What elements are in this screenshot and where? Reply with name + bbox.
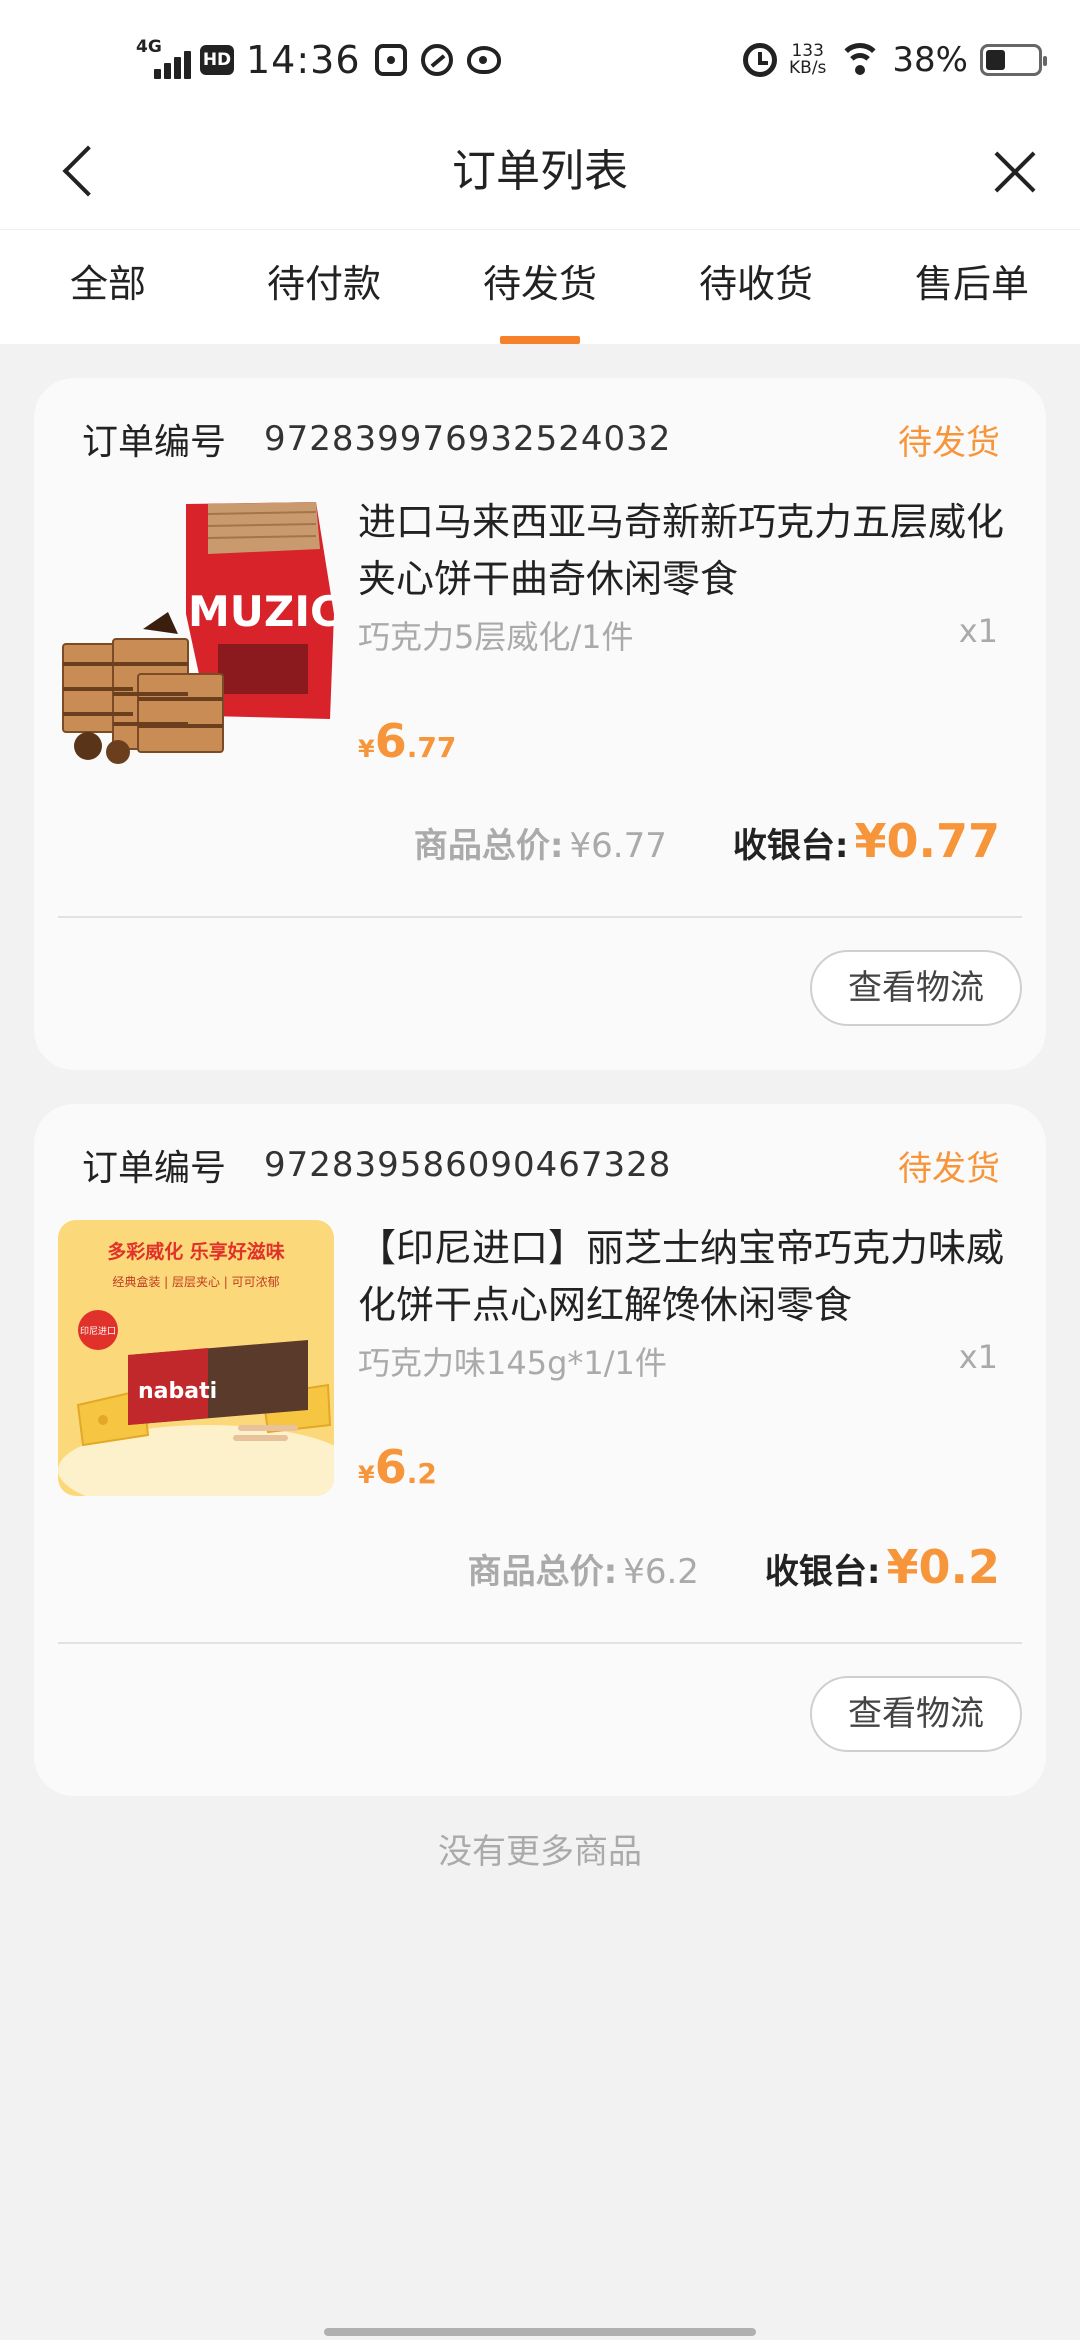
cashier-value: ¥0.2	[886, 1540, 1001, 1594]
home-indicator[interactable]	[324, 2328, 756, 2336]
order-tabs: 全部 待付款 待发货 待收货 售后单	[0, 229, 1080, 344]
price-currency: ¥	[358, 735, 375, 763]
price-decimal: .77	[406, 731, 457, 764]
tab-pending-payment[interactable]: 待付款	[216, 230, 432, 344]
tab-after-sales[interactable]: 售后单	[864, 230, 1080, 344]
goods-total-label: 商品总价:	[413, 826, 564, 866]
tab-all[interactable]: 全部	[0, 230, 216, 344]
view-logistics-button[interactable]: 查看物流	[810, 1676, 1022, 1752]
battery-percent: 38%	[892, 40, 968, 80]
product-spec: 巧克力5层威化/1件	[358, 618, 634, 656]
status-left: 4G HD 14:36	[136, 30, 501, 90]
page-title: 订单列表	[452, 146, 628, 197]
close-icon[interactable]	[980, 137, 1050, 207]
goods-total-value: ¥6.2	[623, 1552, 699, 1592]
goods-total-label: 商品总价:	[467, 1552, 618, 1592]
product-spec: 巧克力味145g*1/1件	[358, 1344, 667, 1382]
order-status: 待发货	[898, 1148, 1000, 1189]
product-row[interactable]: 多彩威化 乐享好滋味 经典盒装 | 层层夹心 | 可可浓郁 印尼进口 nabat…	[58, 1220, 1022, 1500]
package-brand-text: MUZIC	[188, 587, 334, 636]
order-number: 972839586090467328	[264, 1145, 672, 1185]
product-quantity: x1	[958, 1338, 998, 1376]
alarm-icon	[743, 43, 778, 77]
product-image[interactable]: MUZIC	[58, 494, 334, 770]
order-totals: 商品总价: ¥6.77 收银台: ¥0.77	[414, 814, 1000, 874]
price-decimal: .2	[406, 1457, 437, 1490]
order-card[interactable]: 订单编号 972839586090467328 待发货 多彩威化 乐享好滋味 经…	[34, 1104, 1046, 1796]
order-header: 订单编号 972839586090467328 待发货	[82, 1140, 1000, 1190]
order-number-label: 订单编号	[82, 422, 227, 463]
app-notification-icon-2	[420, 44, 453, 76]
image-subline: 经典盒装 | 层层夹心 | 可可浓郁	[112, 1274, 279, 1289]
status-time: 14:36	[246, 38, 361, 82]
product-title[interactable]: 【印尼进口】丽芝士纳宝帝巧克力味威化饼干点心网红解馋休闲零食	[358, 1220, 1012, 1334]
product-image[interactable]: 多彩威化 乐享好滋味 经典盒装 | 层层夹心 | 可可浓郁 印尼进口 nabat…	[58, 1220, 334, 1496]
order-totals: 商品总价: ¥6.2 收银台: ¥0.2	[468, 1540, 1000, 1600]
battery-icon	[980, 44, 1047, 76]
wifi-icon	[838, 43, 883, 77]
goods-total-value: ¥6.77	[569, 826, 667, 866]
network-type: 4G	[136, 37, 162, 57]
battery-fill	[986, 50, 1005, 70]
tab-pending-receipt[interactable]: 待收货	[648, 230, 864, 344]
cashier-label: 收银台:	[732, 826, 849, 866]
price-currency: ¥	[358, 1461, 375, 1489]
price-integer: 6	[374, 1440, 407, 1494]
image-brand: nabati	[138, 1379, 217, 1404]
order-header: 订单编号 972839976932524032 待发货	[82, 414, 1000, 464]
nav-bar: 订单列表	[0, 115, 1080, 229]
divider	[58, 916, 1022, 918]
order-status: 待发货	[898, 422, 1000, 463]
image-badge: 印尼进口	[80, 1325, 116, 1337]
product-row[interactable]: MUZIC 进口马来西亚马奇新新巧克力五层威化夹心饼干曲奇休闲零食 巧克力5层威…	[58, 494, 1022, 774]
network-speed-unit: KB/s	[789, 58, 827, 78]
product-quantity: x1	[958, 612, 998, 650]
order-number-label: 订单编号	[82, 1148, 227, 1189]
product-price: ¥6.2	[358, 1440, 437, 1494]
status-bar: 4G HD 14:36 133 KB/s 38%	[0, 0, 1080, 115]
order-list: 订单编号 972839976932524032 待发货 MUZIC 进口马来西亚…	[34, 378, 1046, 1830]
weibo-icon	[466, 46, 501, 74]
tab-pending-shipment[interactable]: 待发货	[432, 230, 648, 344]
product-title[interactable]: 进口马来西亚马奇新新巧克力五层威化夹心饼干曲奇休闲零食	[358, 494, 1012, 608]
signal-icon: 4G	[136, 37, 192, 83]
order-card[interactable]: 订单编号 972839976932524032 待发货 MUZIC 进口马来西亚…	[34, 378, 1046, 1070]
cashier-value: ¥0.77	[854, 814, 1000, 868]
image-headline: 多彩威化 乐享好滋味	[107, 1240, 285, 1263]
hd-icon: HD	[200, 45, 234, 75]
product-price: ¥6.77	[358, 714, 456, 768]
status-right: 133 KB/s 38%	[743, 30, 1047, 90]
price-integer: 6	[374, 714, 407, 768]
app-notification-icon	[374, 44, 407, 76]
cashier-label: 收银台:	[764, 1552, 881, 1592]
no-more-items: 没有更多商品	[438, 1832, 642, 1872]
divider	[58, 1642, 1022, 1644]
view-logistics-button[interactable]: 查看物流	[810, 950, 1022, 1026]
order-number: 972839976932524032	[264, 419, 672, 459]
back-icon[interactable]	[48, 137, 118, 207]
network-speed: 133 KB/s	[789, 43, 826, 77]
